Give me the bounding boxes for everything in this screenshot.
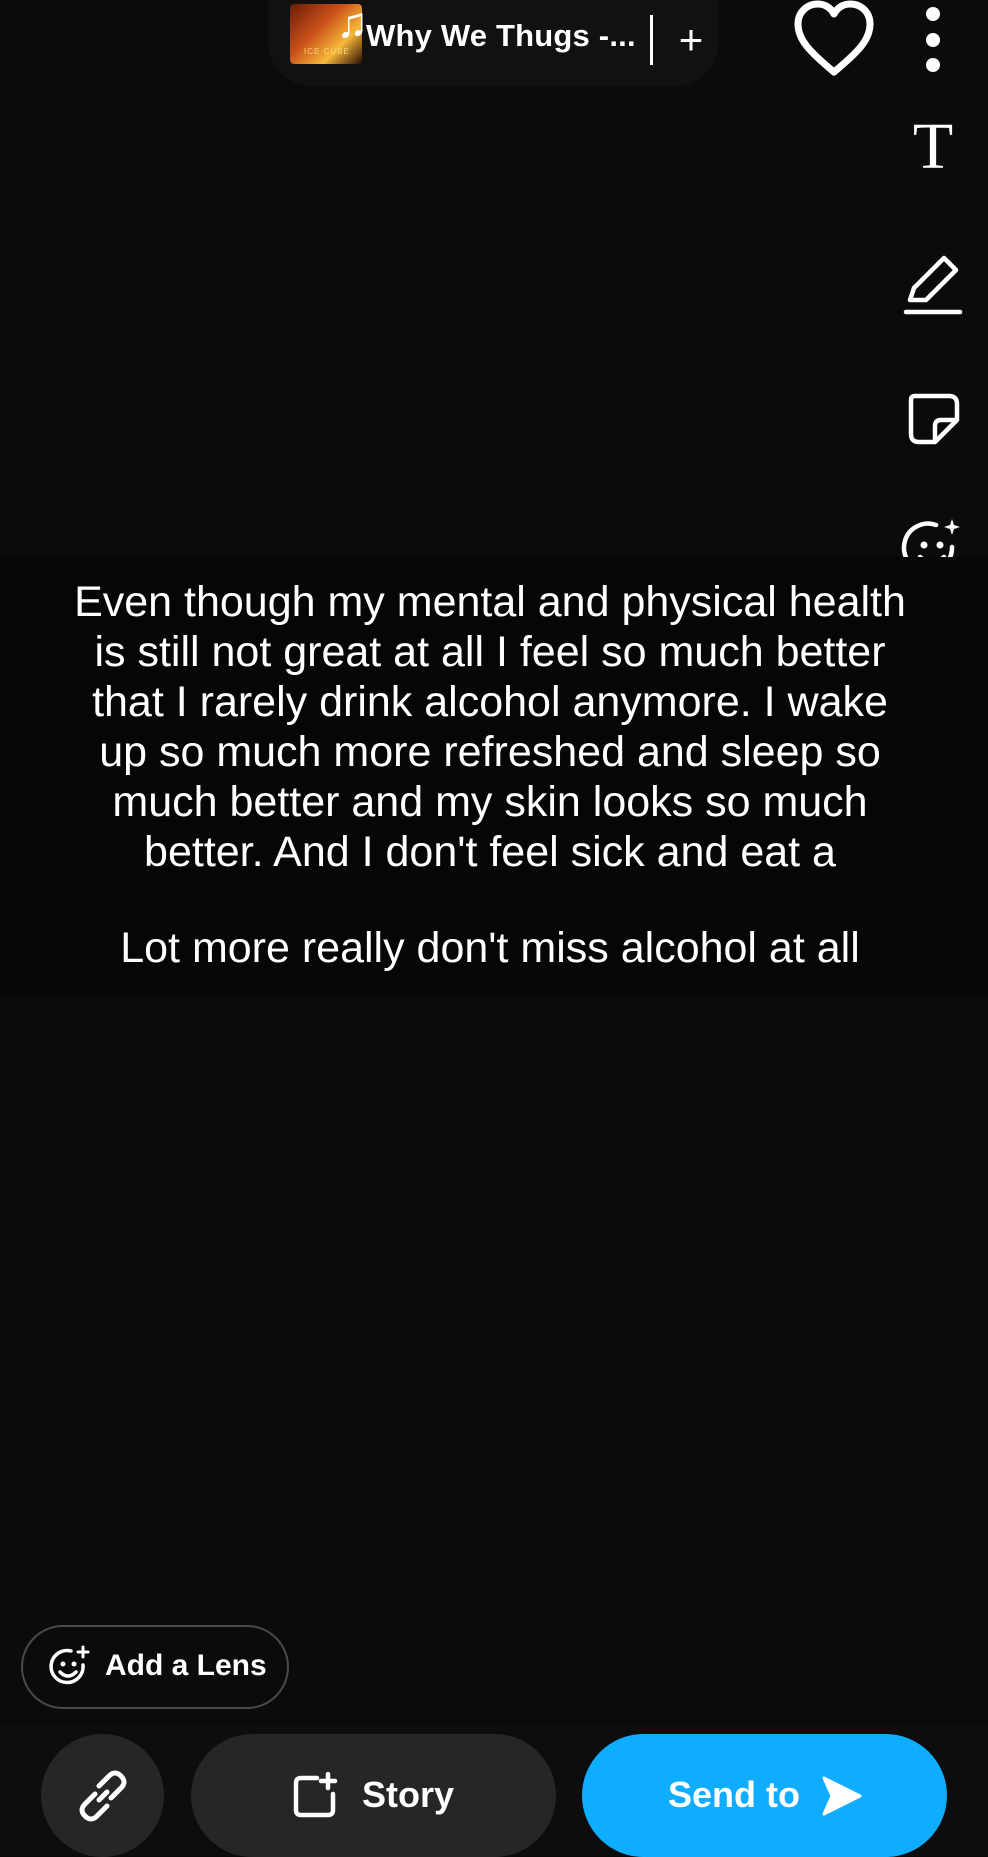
more-vertical-icon[interactable]: [913, 2, 953, 82]
caption-last-line: Lot more really don't miss alcohol at al…: [120, 924, 860, 972]
album-art-text: ICE CUBE: [304, 47, 350, 56]
link-icon: [79, 1770, 127, 1822]
text-icon-glyph: T: [912, 110, 954, 183]
attach-link-button[interactable]: [41, 1734, 164, 1857]
sticker-icon-svg: [908, 393, 960, 445]
sticker-icon[interactable]: [895, 383, 971, 453]
add-story-icon: [293, 1772, 338, 1818]
heart-icon[interactable]: [790, 0, 878, 80]
music-note-icon: ♫: [336, 0, 369, 46]
album-art: ♫ ICE CUBE: [290, 2, 368, 64]
story-label: Story: [362, 1774, 455, 1815]
lens-sparkle-icon: [49, 1645, 90, 1685]
send-to-button[interactable]: Send to: [582, 1734, 947, 1857]
add-lens-button[interactable]: Add a Lens: [21, 1625, 289, 1709]
pencil-icon[interactable]: [895, 250, 971, 320]
caption-line: much better and my skin looks so much: [112, 778, 868, 826]
add-lens-label: Add a Lens: [105, 1649, 267, 1682]
send-to-label: Send to: [668, 1774, 800, 1815]
caption-line: is still not great at all I feel so much…: [94, 628, 886, 676]
send-arrow-icon: [822, 1776, 862, 1816]
pencil-icon-svg: [903, 255, 963, 315]
caption-line: up so much more refreshed and sleep so: [99, 728, 881, 776]
story-button[interactable]: Story: [191, 1734, 556, 1857]
caption-line: better. And I don't feel sick and eat a: [144, 828, 836, 876]
music-attachment-pill[interactable]: ♫ ICE CUBE Why We Thugs -... +: [268, 0, 718, 86]
caption-line: Even though my mental and physical healt…: [74, 578, 906, 626]
add-music-button[interactable]: +: [666, 10, 716, 70]
text-icon[interactable]: T: [895, 112, 971, 182]
caption-text[interactable]: Even though my mental and physical healt…: [40, 577, 940, 973]
song-title: Why We Thugs -...: [366, 18, 636, 53]
caption-gap: [40, 877, 940, 923]
caption-line: that I rarely drink alcohol anymore. I w…: [92, 678, 888, 726]
pill-divider: [650, 15, 653, 65]
